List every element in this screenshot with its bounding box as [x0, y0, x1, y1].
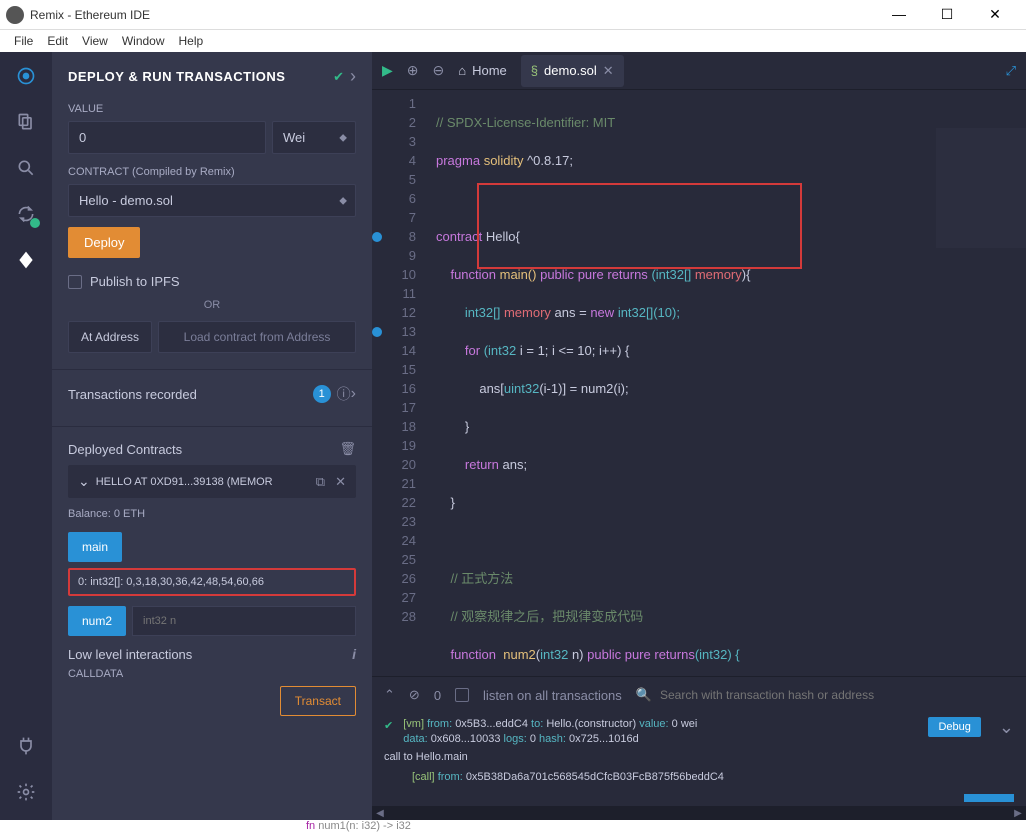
menu-help[interactable]: Help — [179, 34, 204, 48]
close-icon[interactable]: ✕ — [335, 474, 346, 490]
unit-label: Wei — [283, 130, 305, 145]
close-button[interactable]: ✕ — [980, 6, 1010, 23]
unit-select[interactable]: Wei ◆ — [272, 121, 356, 154]
value-label: VALUE — [68, 103, 356, 115]
menubar: File Edit View Window Help — [0, 30, 1026, 52]
listen-label: listen on all transactions — [483, 688, 622, 703]
solidity-icon: § — [531, 63, 538, 78]
transact-button[interactable]: Transact — [280, 686, 356, 716]
trash-icon[interactable]: 🗑 — [339, 441, 356, 457]
balance-label: Balance: 0 ETH — [68, 508, 356, 520]
at-address-button[interactable]: At Address — [68, 321, 152, 353]
load-address-input[interactable]: Load contract from Address — [158, 321, 356, 353]
chevron-right-icon[interactable]: › — [350, 66, 356, 87]
value-input[interactable] — [68, 121, 266, 154]
contract-select[interactable]: Hello - demo.sol ◆ — [68, 184, 356, 217]
num2-param-input[interactable] — [132, 606, 356, 636]
menu-file[interactable]: File — [14, 34, 33, 48]
or-divider: OR — [68, 299, 356, 311]
zoom-out-icon[interactable]: ⊖ — [433, 62, 445, 79]
info-icon[interactable]: i — [352, 646, 356, 662]
maximize-button[interactable]: ☐ — [932, 6, 962, 23]
deploy-icon[interactable] — [14, 248, 38, 272]
copy-icon[interactable]: ⧉ — [316, 474, 325, 490]
success-icon: ✔ — [384, 719, 393, 732]
editor-topbar: ▶ ⊕ ⊖ ⌂ Home § demo.sol ✕ ⤢ — [372, 52, 1026, 90]
publish-checkbox[interactable] — [68, 275, 82, 289]
chevron-right-icon[interactable]: › — [351, 385, 356, 403]
debug-button[interactable]: Debug — [928, 717, 980, 737]
caret-icon: ◆ — [339, 132, 347, 143]
block-icon[interactable]: ⊘ — [409, 687, 420, 703]
titlebar: Remix - Ethereum IDE — ☐ ✕ — [0, 0, 1026, 30]
terminal: ⌃ ⊘ 0 listen on all transactions 🔍 ✔ [vm… — [372, 676, 1026, 806]
chevron-up-icon[interactable]: ⌃ — [384, 687, 395, 703]
zoom-in-icon[interactable]: ⊕ — [407, 62, 419, 79]
caret-icon: ◆ — [339, 195, 347, 206]
calldata-label: CALLDATA — [68, 668, 356, 680]
active-tab[interactable]: § demo.sol ✕ — [521, 55, 624, 87]
terminal-search-input[interactable] — [660, 688, 1014, 702]
menu-view[interactable]: View — [82, 34, 108, 48]
terminal-line: [call] from: 0x5B38Da6a701c568545dCfcB03… — [384, 771, 1014, 783]
tab-label: demo.sol — [544, 63, 597, 78]
panel-title: DEPLOY & RUN TRANSACTIONS — [68, 69, 327, 84]
deployed-contracts-title: Deployed Contracts — [68, 442, 339, 457]
progress-bar — [964, 794, 1014, 802]
menu-edit[interactable]: Edit — [47, 34, 68, 48]
expand-icon[interactable]: ⤢ — [1006, 63, 1016, 79]
search-icon[interactable]: 🔍 — [636, 687, 652, 703]
listen-checkbox[interactable] — [455, 688, 469, 702]
deploy-panel: DEPLOY & RUN TRANSACTIONS ✔ › VALUE Wei … — [52, 52, 372, 820]
horizontal-scrollbar[interactable]: ◀▶ — [372, 806, 1026, 820]
terminal-output: [vm] from: 0x5B3...eddC4 to: Hello.(cons… — [403, 717, 918, 747]
minimize-button[interactable]: — — [884, 6, 914, 23]
terminal-line: call to Hello.main — [384, 751, 1014, 763]
chevron-down-icon[interactable]: ⌄ — [78, 473, 90, 490]
settings-icon[interactable] — [14, 780, 38, 804]
chevron-down-icon[interactable]: ⌄ — [999, 717, 1014, 738]
num2-function-button[interactable]: num2 — [68, 606, 126, 636]
tx-count-badge: 1 — [313, 385, 331, 403]
remix-logo-icon[interactable] — [14, 64, 38, 88]
window-title: Remix - Ethereum IDE — [30, 8, 884, 22]
home-icon: ⌂ — [458, 63, 466, 78]
main-output: 0: int32[]: 0,3,18,30,36,42,48,54,60,66 — [68, 568, 356, 596]
plugin-icon[interactable] — [14, 734, 38, 758]
home-label: Home — [472, 63, 507, 78]
search-icon[interactable] — [14, 156, 38, 180]
compiler-icon[interactable] — [14, 202, 38, 226]
publish-label: Publish to IPFS — [90, 274, 180, 289]
instance-title[interactable]: HELLO AT 0XD91...39138 (MEMOR — [96, 476, 306, 488]
pending-count: 0 — [434, 688, 441, 703]
play-icon[interactable]: ▶ — [382, 62, 393, 79]
file-explorer-icon[interactable] — [14, 110, 38, 134]
contract-label: CONTRACT (Compiled by Remix) — [68, 166, 356, 178]
app-icon — [6, 6, 24, 24]
close-tab-icon[interactable]: ✕ — [603, 63, 614, 79]
bottom-code-strip: fn num1(n: i32) -> i32 — [0, 820, 1026, 834]
info-icon[interactable]: ⓘ — [337, 384, 351, 404]
deploy-button[interactable]: Deploy — [68, 227, 140, 258]
low-level-label: Low level interactions — [68, 647, 192, 662]
contract-name: Hello - demo.sol — [79, 193, 173, 208]
gutter: 1234567 89101112 13141516171819202122232… — [372, 90, 428, 676]
main-function-button[interactable]: main — [68, 532, 122, 562]
check-icon: ✔ — [333, 69, 344, 85]
editor-area: ▶ ⊕ ⊖ ⌂ Home § demo.sol ✕ ⤢ 1234567 8910… — [372, 52, 1026, 820]
iconbar — [0, 52, 52, 820]
menu-window[interactable]: Window — [122, 34, 165, 48]
tx-recorded-label: Transactions recorded — [68, 387, 307, 402]
minimap[interactable] — [936, 128, 1026, 248]
home-tab[interactable]: ⌂ Home — [458, 63, 507, 78]
